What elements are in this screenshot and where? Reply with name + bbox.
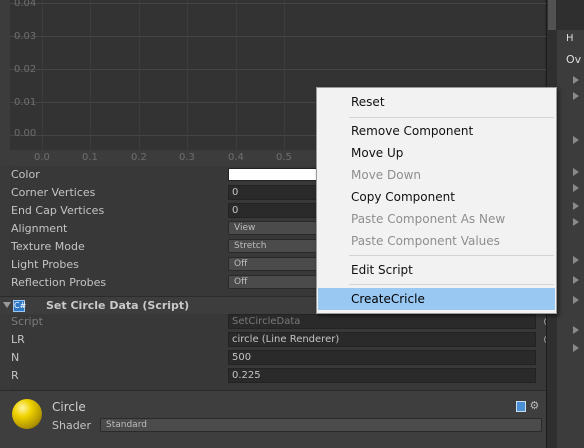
material-preview-sphere[interactable] [12, 399, 42, 429]
expand-arrow-icon[interactable] [573, 92, 579, 100]
n-label: N [11, 351, 20, 364]
menu-item-reset[interactable]: Reset [318, 91, 555, 113]
menu-item-move-up[interactable]: Move Up [318, 142, 555, 164]
menu-separator [349, 117, 554, 118]
right-panel-label: Ov [566, 53, 582, 66]
menu-item-remove-component[interactable]: Remove Component [318, 120, 555, 142]
material-name: Circle [52, 400, 86, 414]
lr-label: LR [11, 333, 25, 346]
x-tick-label: 0.1 [82, 152, 98, 163]
expand-arrow-icon[interactable] [573, 344, 579, 352]
x-tick-label: 0.0 [34, 152, 50, 163]
expand-arrow-icon[interactable] [573, 202, 579, 210]
shader-dropdown[interactable]: Standard [100, 418, 542, 432]
help-book-icon[interactable] [516, 400, 526, 412]
gear-icon[interactable]: ⚙ [530, 399, 540, 412]
x-tick-label: 0.3 [179, 152, 195, 163]
material-header-icons: ⚙ [516, 399, 539, 412]
component-context-menu: Reset Remove Component Move Up Move Down… [316, 87, 557, 314]
x-tick-label: 0.5 [276, 152, 292, 163]
script-value: SetCircleData [232, 316, 301, 327]
grid-line [139, 0, 140, 150]
menu-item-copy-component[interactable]: Copy Component [318, 186, 555, 208]
y-tick-label: 0.03 [14, 31, 37, 42]
expand-arrow-icon[interactable] [573, 168, 579, 176]
expand-arrow-icon[interactable] [573, 256, 579, 264]
script-label: Script [11, 315, 43, 328]
r-row: R 0.225 [10, 367, 546, 385]
light-probes-label: Light Probes [11, 258, 79, 271]
n-row: N 500 [10, 349, 546, 367]
menu-item-edit-script[interactable]: Edit Script [318, 259, 555, 281]
lr-row: LR circle (Line Renderer) [10, 331, 553, 349]
y-tick-label: 0.02 [14, 64, 37, 75]
expand-arrow-icon[interactable] [573, 276, 579, 284]
expand-arrow-icon[interactable] [573, 326, 579, 334]
menu-item-create-circle[interactable]: CreateCricle [318, 288, 555, 310]
n-field[interactable]: 500 [228, 350, 536, 365]
r-field[interactable]: 0.225 [228, 368, 536, 383]
menu-item-move-down[interactable]: Move Down [318, 164, 555, 186]
menu-item-paste-component-as-new[interactable]: Paste Component As New [318, 208, 555, 230]
light-probes-dropdown[interactable]: Off [228, 257, 328, 271]
color-field[interactable] [228, 168, 328, 181]
corner-vertices-label: Corner Vertices [11, 186, 96, 199]
texture-mode-label: Texture Mode [11, 240, 85, 253]
shader-label: Shader [52, 419, 91, 432]
y-tick-label: 0.01 [14, 97, 37, 108]
reflection-probes-dropdown[interactable]: Off [228, 275, 328, 289]
menu-separator [349, 284, 554, 285]
x-tick-label: 0.4 [228, 152, 244, 163]
lr-field[interactable]: circle (Line Renderer) [228, 332, 536, 347]
right-panel-header: H [566, 33, 574, 44]
grid-line [236, 0, 237, 150]
menu-separator [349, 255, 554, 256]
alignment-dropdown[interactable]: View [228, 221, 328, 235]
grid-line [284, 0, 285, 150]
script-row: Script SetCircleData [10, 313, 553, 331]
script-icon: C# [13, 300, 27, 312]
y-tick-label: 0.04 [14, 0, 37, 9]
component-title: Set Circle Data (Script) [46, 299, 190, 312]
expand-arrow-icon[interactable] [573, 218, 579, 226]
material-section: Circle Shader Standard ⚙ [0, 390, 546, 448]
x-tick-label: 0.2 [131, 152, 147, 163]
expand-arrow-icon[interactable] [573, 296, 579, 304]
end-cap-vertices-label: End Cap Vertices [11, 204, 105, 217]
grid-line [187, 0, 188, 150]
expand-arrow-icon[interactable] [573, 136, 579, 144]
expand-arrow-icon[interactable] [573, 76, 579, 84]
end-cap-vertices-field[interactable]: 0 [228, 203, 328, 218]
script-field: SetCircleData [228, 314, 536, 329]
alignment-label: Alignment [11, 222, 68, 235]
r-label: R [11, 369, 19, 382]
color-label: Color [11, 168, 40, 181]
grid-line [42, 0, 43, 150]
foldout-arrow-icon[interactable] [3, 302, 11, 308]
expand-arrow-icon[interactable] [573, 184, 579, 192]
reflection-probes-label: Reflection Probes [11, 276, 107, 289]
y-tick-label: 0.00 [14, 128, 37, 139]
lr-value: circle (Line Renderer) [232, 334, 340, 345]
menu-item-paste-component-values[interactable]: Paste Component Values [318, 230, 555, 252]
scrollbar[interactable] [548, 0, 556, 30]
right-panel-content [557, 30, 584, 448]
corner-vertices-field[interactable]: 0 [228, 185, 328, 200]
texture-mode-dropdown[interactable]: Stretch [228, 239, 328, 253]
grid-line [90, 0, 91, 150]
